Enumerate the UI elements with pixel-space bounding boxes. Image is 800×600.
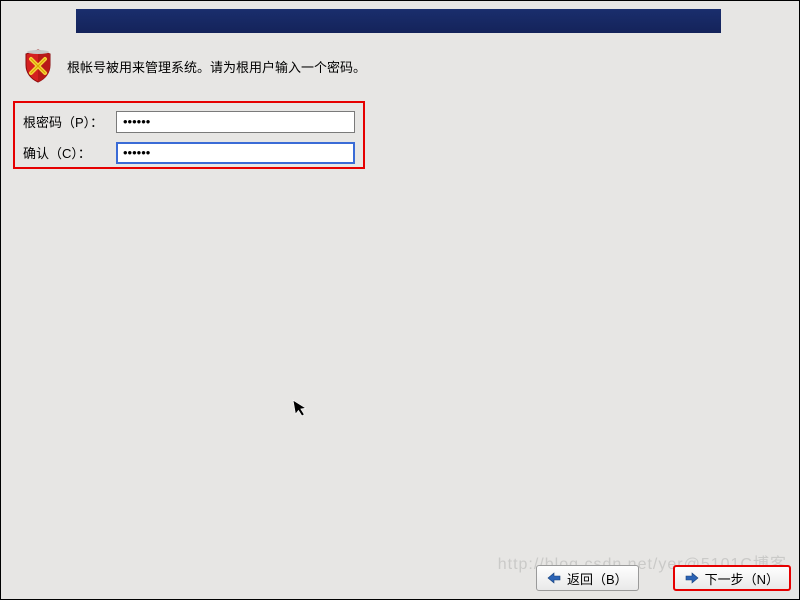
confirm-row: 确认（C）： xyxy=(23,140,355,165)
header: 根帐号被用来管理系统。请为根用户输入一个密码。 xyxy=(23,49,366,83)
confirm-password-input[interactable] xyxy=(116,142,355,164)
password-row: 根密码（P）： xyxy=(23,109,355,134)
next-button-label: 下一步（N） xyxy=(705,569,779,588)
back-button-label: 返回（B） xyxy=(567,569,628,588)
password-label: 根密码（P）： xyxy=(23,112,116,131)
password-form: 根密码（P）： 确认（C）： xyxy=(13,101,365,169)
cursor-icon xyxy=(292,397,310,424)
arrow-right-icon xyxy=(685,572,699,584)
root-password-input[interactable] xyxy=(116,111,355,133)
arrow-left-icon xyxy=(547,572,561,584)
shield-icon xyxy=(23,49,53,83)
next-button[interactable]: 下一步（N） xyxy=(673,565,791,591)
instruction-text: 根帐号被用来管理系统。请为根用户输入一个密码。 xyxy=(67,57,366,76)
back-button[interactable]: 返回（B） xyxy=(536,565,639,591)
nav-buttons: 返回（B） 下一步（N） xyxy=(536,565,791,591)
top-banner xyxy=(76,9,721,33)
confirm-label: 确认（C）： xyxy=(23,143,116,162)
